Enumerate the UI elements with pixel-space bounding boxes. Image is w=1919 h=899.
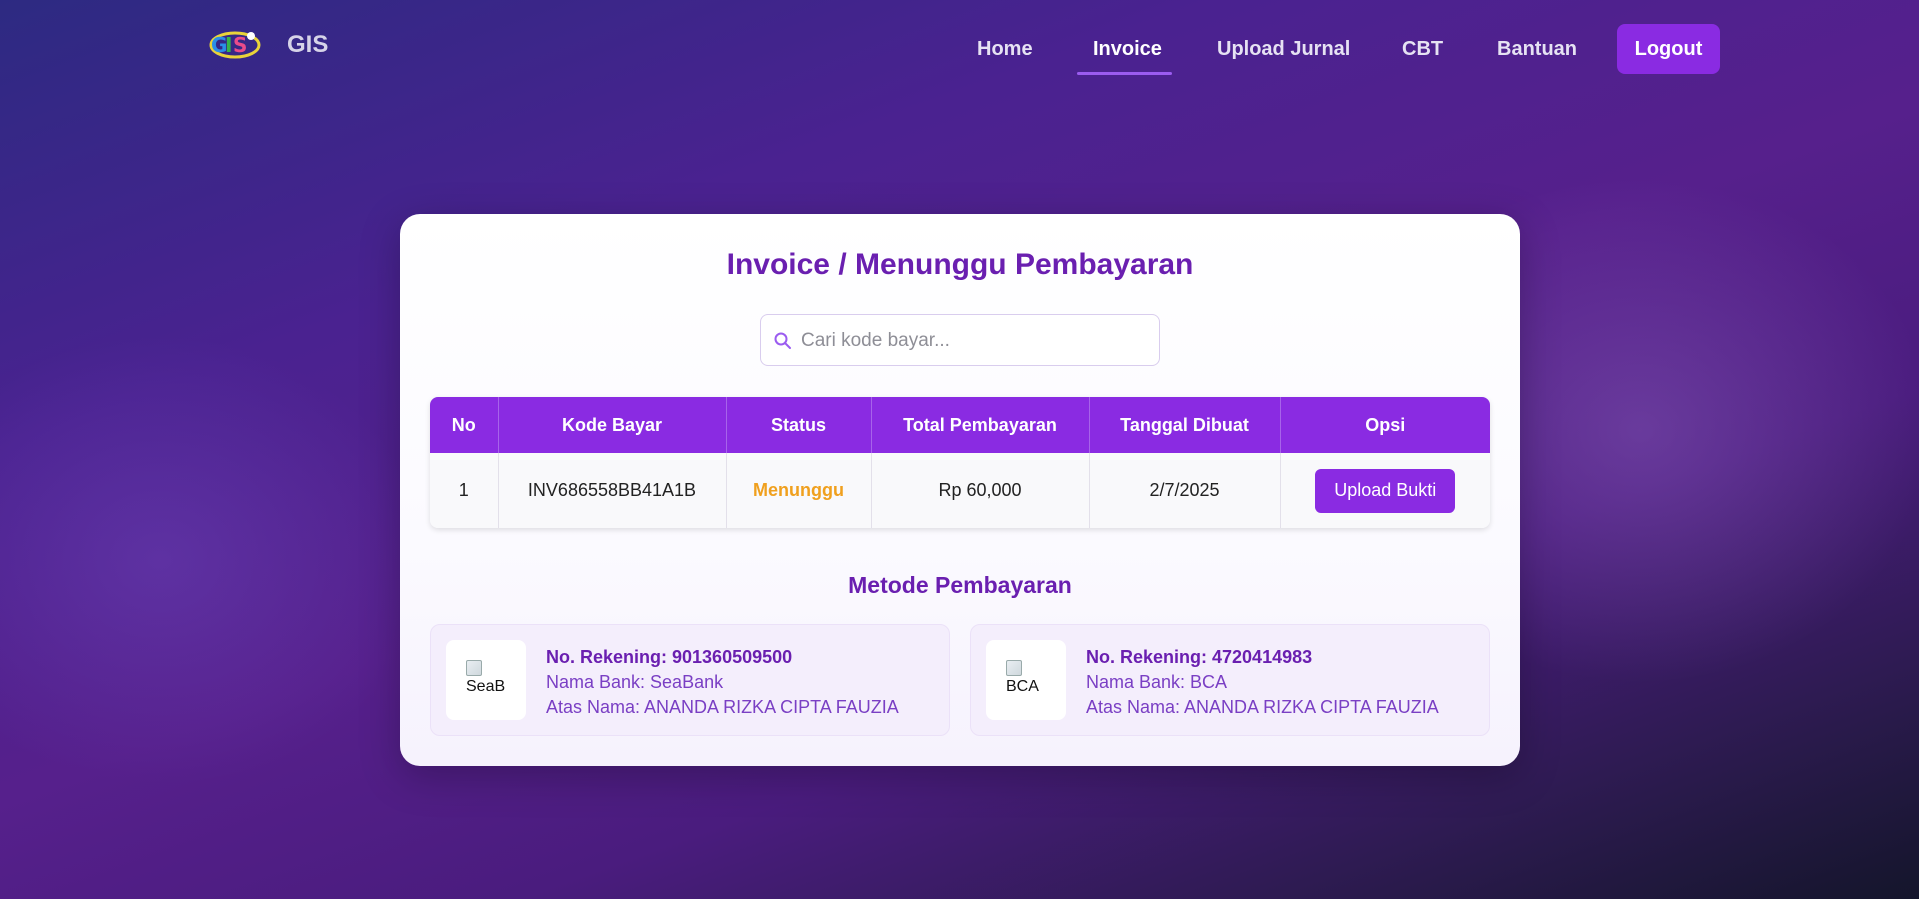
payment-methods-title: Metode Pembayaran (848, 572, 1072, 598)
svg-text:S: S (233, 33, 247, 57)
cell-kode-bayar: INV686558BB41A1B (498, 453, 727, 528)
bank-card-seabank: SeaB No. Rekening: 901360509500 Nama Ban… (430, 624, 950, 736)
bank-logo: SeaB (446, 640, 526, 720)
broken-image-icon: BCA (1006, 660, 1046, 702)
status-badge: Menunggu (726, 453, 872, 528)
nav-cbt[interactable]: CBT (1402, 38, 1443, 61)
bank-info: No. Rekening: 901360509500 Nama Bank: Se… (546, 645, 899, 720)
invoice-card: Invoice / Menunggu Pembayaran No Kode Ba… (400, 214, 1520, 766)
column-header-no: No (430, 397, 499, 453)
bank-logo: BCA (986, 640, 1066, 720)
active-nav-indicator (1077, 72, 1172, 75)
column-header-status: Status (726, 397, 872, 453)
bank-name: Nama Bank: BCA (1086, 672, 1228, 692)
cell-no: 1 (430, 453, 499, 528)
navbar: G I S GIS Home Invoice Upload Jurnal CBT… (0, 0, 1919, 100)
column-header-tanggal: Tanggal Dibuat (1089, 397, 1281, 453)
table-header-row: No Kode Bayar Status Total Pembayaran Ta… (430, 397, 1490, 453)
account-number: No. Rekening: 4720414983 (1086, 647, 1313, 667)
account-owner: Atas Nama: ANANDA RIZKA CIPTA FAUZIA (546, 697, 899, 717)
column-header-kode-bayar: Kode Bayar (498, 397, 727, 453)
invoice-table: No Kode Bayar Status Total Pembayaran Ta… (430, 397, 1490, 528)
bank-logo-alt: BCA (1006, 678, 1039, 695)
logo-icon: G I S (209, 31, 261, 59)
bank-card-bca: BCA No. Rekening: 4720414983 Nama Bank: … (970, 624, 1490, 736)
brand[interactable]: G I S GIS (207, 26, 328, 64)
nav-upload-jurnal[interactable]: Upload Jurnal (1217, 38, 1350, 61)
search-icon (774, 332, 791, 349)
column-header-opsi: Opsi (1280, 397, 1490, 453)
cell-total: Rp 60,000 (871, 453, 1090, 528)
nav-invoice[interactable]: Invoice (1093, 38, 1162, 61)
search-input[interactable] (801, 323, 1151, 359)
table-row: 1 INV686558BB41A1B Menunggu Rp 60,000 2/… (430, 453, 1490, 528)
bank-logo-alt: SeaB (466, 678, 506, 695)
account-number: No. Rekening: 901360509500 (546, 647, 793, 667)
page-title: Invoice / Menunggu Pembayaran (726, 248, 1194, 281)
cell-opsi: Upload Bukti (1280, 453, 1490, 528)
column-header-total: Total Pembayaran (871, 397, 1090, 453)
upload-bukti-button[interactable]: Upload Bukti (1315, 468, 1456, 513)
bank-info: No. Rekening: 4720414983 Nama Bank: BCA … (1086, 645, 1439, 720)
account-owner: Atas Nama: ANANDA RIZKA CIPTA FAUZIA (1086, 697, 1439, 717)
brand-name: GIS (287, 31, 329, 58)
nav-bantuan[interactable]: Bantuan (1497, 38, 1577, 61)
search-box[interactable] (760, 314, 1160, 366)
bank-name: Nama Bank: SeaBank (546, 672, 724, 692)
nav-home[interactable]: Home (977, 38, 1033, 61)
logout-button[interactable]: Logout (1617, 24, 1720, 74)
svg-text:I: I (225, 33, 232, 57)
broken-image-icon: SeaB (466, 660, 506, 702)
cell-tanggal: 2/7/2025 (1089, 453, 1281, 528)
